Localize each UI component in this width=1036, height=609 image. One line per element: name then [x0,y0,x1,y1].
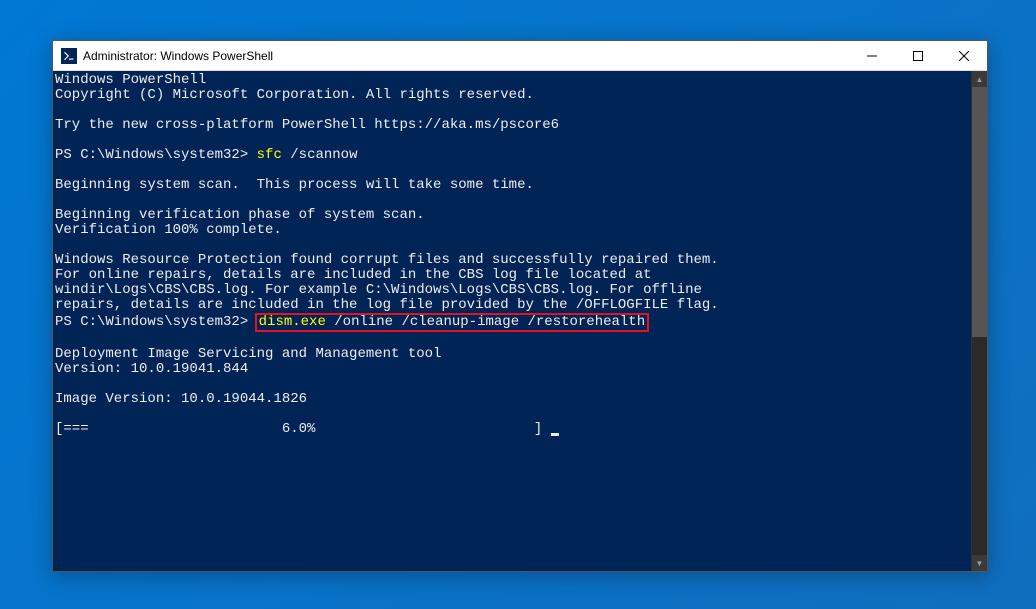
output-line [55,163,971,178]
command-dism: dism.exe [259,314,326,330]
output-line [55,103,971,118]
command-sfc: sfc [257,147,282,163]
titlebar[interactable]: Administrator: Windows PowerShell [53,41,987,71]
output-line: For online repairs, details are included… [55,268,971,283]
output-line [55,332,971,347]
scroll-up-button[interactable]: ▲ [972,71,987,87]
output-line: Windows PowerShell [55,73,971,88]
close-button[interactable] [941,41,987,70]
output-line: Beginning system scan. This process will… [55,178,971,193]
command-args: /scannow [282,147,358,163]
output-line: Image Version: 10.0.19044.1826 [55,392,971,407]
command-line: PS C:\Windows\system32> sfc /scannow [55,148,971,163]
progress-bar: [=== 6.0% ] [55,421,551,437]
prompt: PS C:\Windows\system32> [55,147,257,163]
scroll-down-button[interactable]: ▼ [972,555,987,571]
output-line [55,133,971,148]
maximize-button[interactable] [895,41,941,70]
output-line: Windows Resource Protection found corrup… [55,253,971,268]
output-line: Try the new cross-platform PowerShell ht… [55,118,971,133]
output-line: repairs, details are included in the log… [55,298,971,313]
window-title: Administrator: Windows PowerShell [83,49,849,63]
terminal-area: Windows PowerShellCopyright (C) Microsof… [53,71,987,571]
output-line: Version: 10.0.19041.844 [55,362,971,377]
output-line: Beginning verification phase of system s… [55,208,971,223]
cursor [551,433,559,436]
scroll-thumb[interactable] [972,87,987,337]
output-line: Deployment Image Servicing and Managemen… [55,347,971,362]
output-line [55,193,971,208]
output-line [55,238,971,253]
command-args: /online /cleanup-image /restorehealth [326,314,645,330]
output-line: windir\Logs\CBS\CBS.log. For example C:\… [55,283,971,298]
window-controls [849,41,987,70]
output-line: Verification 100% complete. [55,223,971,238]
output-line [55,407,971,422]
minimize-button[interactable] [849,41,895,70]
output-line: Copyright (C) Microsoft Corporation. All… [55,88,971,103]
scroll-track[interactable] [972,87,987,555]
terminal-content[interactable]: Windows PowerShellCopyright (C) Microsof… [53,71,971,571]
scrollbar[interactable]: ▲ ▼ [971,71,987,571]
progress-line: [=== 6.0% ] [55,422,971,437]
powershell-window: Administrator: Windows PowerShell Window… [52,40,988,572]
highlighted-command: dism.exe /online /cleanup-image /restore… [255,313,649,332]
command-line: PS C:\Windows\system32> dism.exe /online… [55,313,971,332]
powershell-icon [61,48,77,64]
prompt: PS C:\Windows\system32> [55,314,257,330]
output-line [55,377,971,392]
